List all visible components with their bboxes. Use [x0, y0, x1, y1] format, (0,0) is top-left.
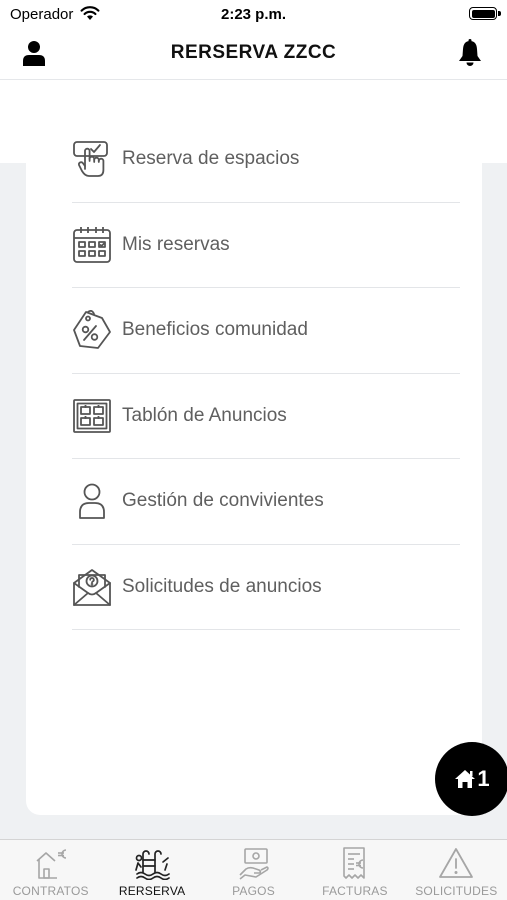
page-title: RERSERVA ZZCC: [170, 42, 337, 63]
status-bar: Operador 2:23 p.m.: [0, 0, 507, 28]
pool-icon: [135, 850, 170, 880]
menu-item-label: Tablón de Anuncios: [122, 404, 287, 426]
person-icon: [79, 483, 105, 519]
house-euro-icon: [36, 849, 66, 879]
main-content: Reserva de espacios Mis reservas Benefic…: [0, 81, 507, 839]
clock: 2:23 p.m.: [220, 6, 287, 23]
calendar-icon: [73, 226, 111, 263]
tab-bar: CONTRATOS RERSERVA ZZCC PAGOS: [0, 839, 507, 900]
menu-item-reserva-espacios[interactable]: Reserva de espacios: [72, 117, 460, 203]
bulletin-board-icon: [73, 398, 111, 433]
menu-list: Reserva de espacios Mis reservas Benefic…: [72, 117, 460, 630]
tab-label: CONTRATOS: [12, 884, 89, 898]
envelope-question-icon: [73, 568, 111, 606]
menu-item-label: Gestión de convivientes: [122, 490, 324, 511]
home-fab-button[interactable]: 1: [435, 742, 507, 816]
menu-item-label: Beneficios comunidad: [122, 319, 308, 340]
tab-pagos[interactable]: PAGOS: [203, 840, 304, 900]
fab-count: 1: [477, 766, 490, 791]
nav-bar: RERSERVA ZZCC: [0, 28, 507, 80]
menu-item-solicitudes-anuncios[interactable]: Solicitudes de anuncios: [72, 545, 460, 630]
payment-hand-icon: [238, 848, 269, 880]
tab-label: FACTURAS: [322, 884, 388, 898]
tab-label: PAGOS: [232, 884, 275, 898]
menu-card: Reserva de espacios Mis reservas Benefic…: [26, 81, 507, 816]
home-icon: [455, 770, 476, 788]
warning-triangle-icon: [439, 848, 474, 878]
tab-label: RERSERVA ZZCC: [118, 884, 186, 900]
hand-tap-icon: [73, 141, 108, 177]
invoice-euro-icon: [343, 847, 365, 879]
discount-tag-icon: [73, 310, 111, 349]
menu-item-label: Mis reservas: [122, 233, 230, 255]
menu-item-tablon-anuncios[interactable]: Tablón de Anuncios: [72, 374, 460, 459]
tab-solicitudes[interactable]: SOLICITUDES: [406, 840, 507, 900]
tab-facturas[interactable]: FACTURAS: [304, 840, 405, 900]
menu-item-beneficios-comunidad[interactable]: Beneficios comunidad: [72, 288, 460, 374]
menu-item-mis-reservas[interactable]: Mis reservas: [72, 203, 460, 288]
tab-label: SOLICITUDES: [415, 884, 498, 898]
menu-item-label: Solicitudes de anuncios: [122, 575, 322, 597]
tab-contratos[interactable]: CONTRATOS: [0, 840, 101, 900]
tab-reserva-zzcc[interactable]: RERSERVA ZZCC: [101, 840, 202, 900]
battery-icon: [469, 7, 501, 20]
menu-item-gestion-convivientes[interactable]: Gestión de convivientes: [72, 459, 460, 545]
bell-icon[interactable]: [457, 39, 483, 67]
menu-item-label: Reserva de espacios: [122, 148, 300, 169]
